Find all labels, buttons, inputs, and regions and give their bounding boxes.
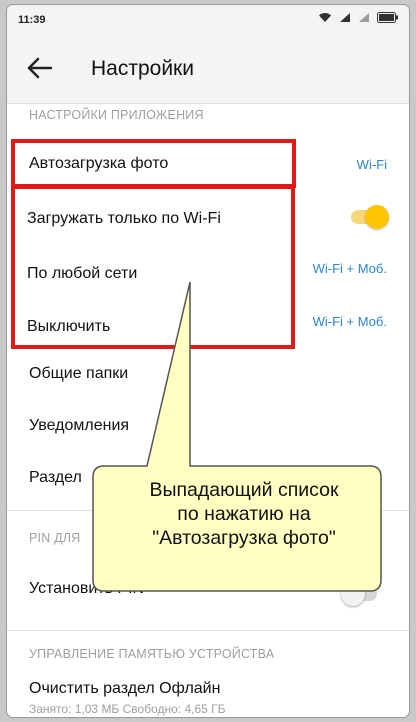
callout-text: Выпадающий список по нажатию на "Автозаг… (95, 478, 393, 550)
callout-bubble (92, 281, 382, 592)
callout-line-2: по нажатию на (177, 503, 311, 525)
callout-line-3: "Автозагрузка фото" (152, 527, 336, 549)
callout-line-1: Выпадающий список (149, 479, 339, 501)
